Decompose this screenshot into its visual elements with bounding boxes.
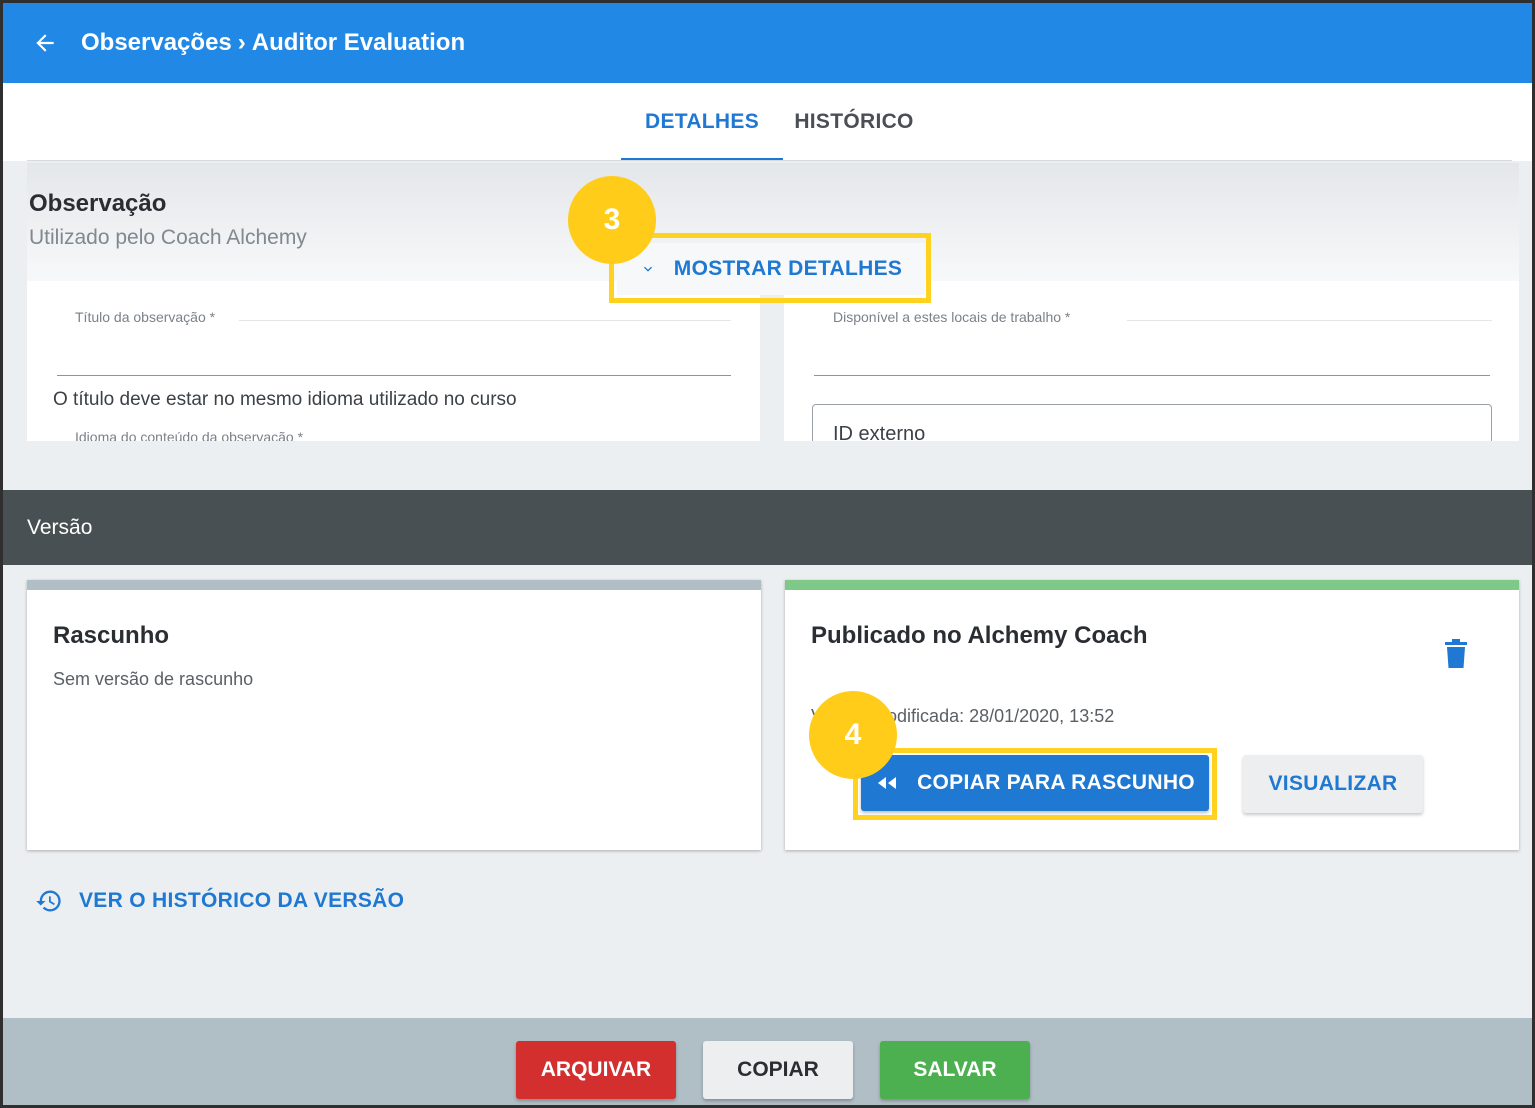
show-details-button[interactable]: MOSTRAR DETALHES <box>617 243 925 295</box>
published-status-strip <box>785 580 1519 590</box>
tabs-divider <box>27 160 1512 161</box>
archive-button[interactable]: ARQUIVAR <box>516 1041 676 1099</box>
save-button[interactable]: SALVAR <box>880 1041 1030 1099</box>
external-id-label: ID externo <box>833 423 926 441</box>
breadcrumb-separator: › <box>237 29 246 56</box>
title-hint: O título deve estar no mesmo idioma util… <box>53 389 517 410</box>
show-details-label: MOSTRAR DETALHES <box>673 257 903 280</box>
draft-text: Sem versão de rascunho <box>53 669 254 689</box>
step-3-callout: 3 <box>568 176 656 264</box>
version-title: Versão <box>27 515 93 539</box>
app-frame: Observações › Auditor Evaluation DETALHES … <box>0 0 1535 1108</box>
tab-detalhes[interactable]: DETALHES <box>621 83 783 161</box>
title-field-label: Título da observação * <box>75 309 216 325</box>
locations-field-label: Disponível a estes locais de trabalho * <box>833 309 1071 325</box>
breadcrumb: Observações › Auditor Evaluation <box>81 29 465 57</box>
external-id-field[interactable]: ID externo <box>812 404 1492 441</box>
field-outline <box>239 320 731 321</box>
rewind-icon <box>878 777 897 789</box>
copy-to-draft-button[interactable]: COPIAR PARA RASCUNHO <box>861 755 1209 811</box>
observation-subtitle: Utilizado pelo Coach Alchemy <box>29 226 307 249</box>
step-4-callout: 4 <box>809 691 897 779</box>
observation-title: Observação <box>29 190 167 217</box>
field-outline <box>1127 320 1492 321</box>
draft-card: Rascunho Sem versão de rascunho <box>27 580 761 850</box>
history-icon <box>36 890 61 912</box>
tabs-bar: DETALHES HISTÓRICO <box>3 83 1532 161</box>
breadcrumb-current: Auditor Evaluation <box>251 29 466 56</box>
version-history-link[interactable]: VER O HISTÓRICO DA VERSÃO <box>35 887 404 915</box>
draft-title: Rascunho <box>53 622 170 649</box>
locations-input[interactable] <box>814 375 1490 376</box>
chevron-down-icon <box>643 266 652 272</box>
copy-to-draft-label: COPIAR PARA RASCUNHO <box>917 771 1195 794</box>
observation-section: Observação Utilizado pelo Coach Alchemy … <box>27 163 1519 441</box>
view-button[interactable]: VISUALIZAR <box>1243 755 1423 813</box>
back-arrow-icon[interactable] <box>31 29 59 57</box>
tab-historico[interactable]: HISTÓRICO <box>783 83 925 161</box>
version-section-header: Versão <box>3 490 1532 565</box>
draft-status-strip <box>27 580 761 590</box>
language-field-label: Idioma do conteúdo da observação * <box>75 429 304 441</box>
published-title: Publicado no Alchemy Coach <box>811 622 1148 649</box>
breadcrumb-parent[interactable]: Observações <box>81 29 232 56</box>
version-history-label: VER O HISTÓRICO DA VERSÃO <box>79 889 405 912</box>
top-app-bar: Observações › Auditor Evaluation <box>3 3 1532 83</box>
title-input[interactable] <box>57 375 731 376</box>
trash-icon[interactable] <box>1443 638 1469 670</box>
copy-button[interactable]: COPIAR <box>703 1041 853 1099</box>
